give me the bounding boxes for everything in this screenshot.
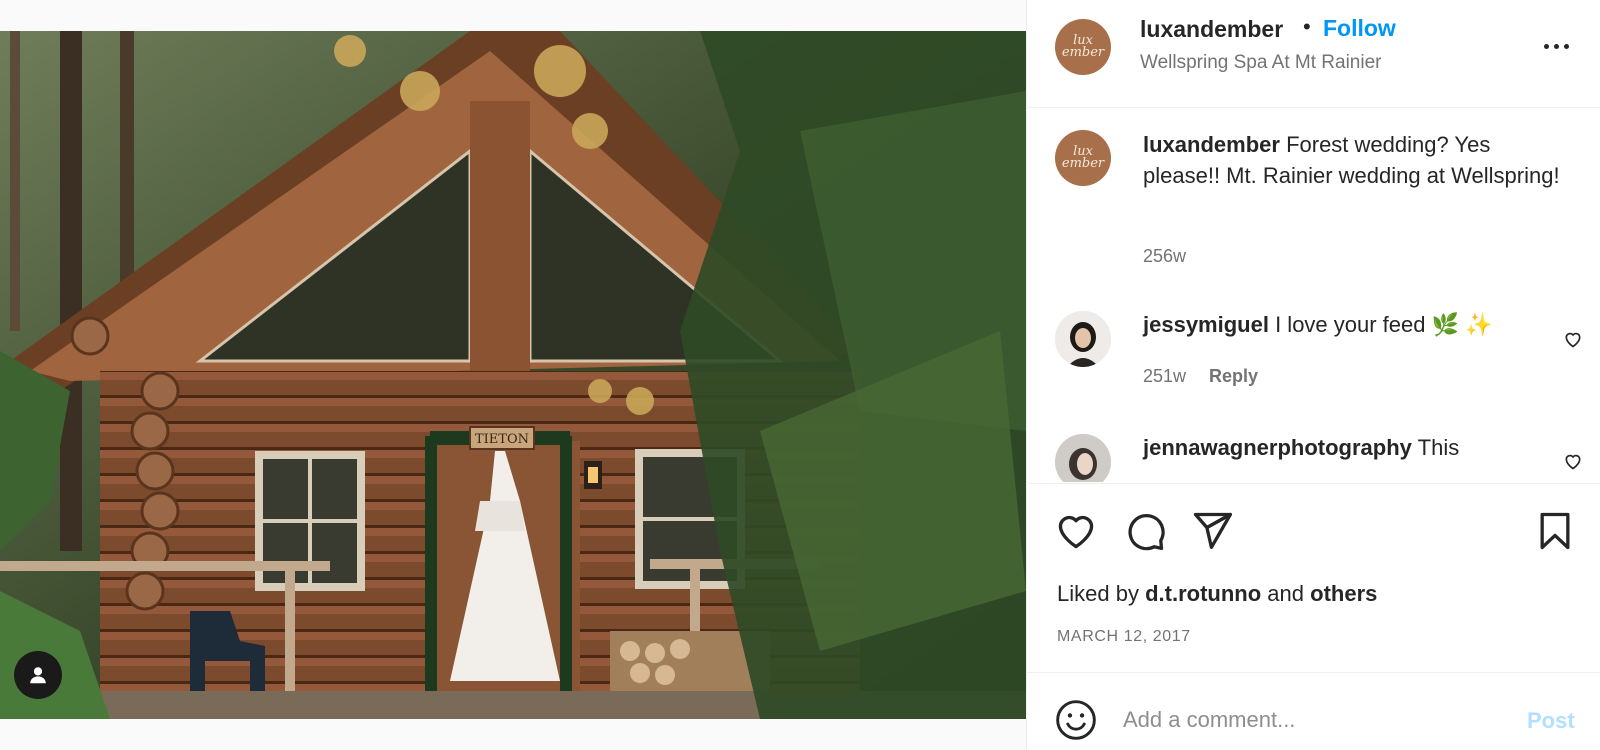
- comment-icon: [1128, 513, 1165, 551]
- post-actions: Liked by d.t.rotunno and others MARCH 12…: [1027, 483, 1600, 673]
- avatar-logo-text: lux ember: [1061, 145, 1105, 171]
- liked-by-user[interactable]: d.t.rotunno: [1145, 581, 1261, 606]
- post-date[interactable]: MARCH 12, 2017: [1057, 628, 1191, 646]
- share-icon: [1193, 512, 1232, 549]
- comment-input[interactable]: [1123, 700, 1503, 740]
- save-button[interactable]: [1533, 509, 1577, 553]
- comment-avatar[interactable]: [1055, 311, 1111, 367]
- like-button[interactable]: [1054, 509, 1098, 553]
- comment-timestamp[interactable]: 251w: [1143, 366, 1186, 386]
- emoji-button[interactable]: [1054, 698, 1098, 742]
- reply-button[interactable]: Reply: [1209, 366, 1258, 386]
- header-separator: •: [1303, 14, 1311, 39]
- caption-text-block: luxandember Forest wedding? Yes please!!…: [1143, 129, 1563, 191]
- more-options-icon[interactable]: [1540, 32, 1572, 60]
- comments-list[interactable]: lux ember luxandember Forest wedding? Yes…: [1027, 109, 1600, 482]
- comment-username[interactable]: jessymiguel: [1143, 312, 1269, 337]
- emoji-icon: [1056, 700, 1096, 740]
- likes-prefix: Liked by: [1057, 581, 1139, 606]
- comment-username[interactable]: jennawagnerphotography: [1143, 435, 1412, 460]
- post-photo[interactable]: TIETON: [0, 31, 1026, 719]
- comment-text-block: jennawagnerphotography This: [1143, 435, 1459, 461]
- avatar-photo: [1055, 434, 1111, 482]
- comment-meta: 251w Reply: [1143, 366, 1258, 387]
- share-button[interactable]: [1190, 509, 1234, 553]
- cabin-sign-text: TIETON: [475, 432, 529, 447]
- likes-conjunction: and: [1267, 581, 1304, 606]
- avatar-photo: [1055, 311, 1111, 367]
- cabin-illustration: TIETON: [0, 31, 1026, 719]
- avatar-logo-line2: ember: [1061, 156, 1105, 171]
- comment-button[interactable]: [1123, 509, 1167, 553]
- caption-avatar[interactable]: lux ember: [1055, 130, 1111, 186]
- bookmark-icon: [1540, 512, 1570, 550]
- likes-others-link[interactable]: others: [1310, 581, 1377, 606]
- caption-username[interactable]: luxandember: [1143, 132, 1280, 157]
- author-username[interactable]: luxandember: [1140, 16, 1283, 43]
- comment-text-block: jessymiguel I love your feed 🌿 ✨: [1143, 312, 1493, 338]
- comment-text: This: [1417, 435, 1460, 460]
- comment-like-heart-icon[interactable]: [1563, 451, 1583, 471]
- follow-button[interactable]: Follow: [1323, 15, 1396, 42]
- comment-like-heart-icon[interactable]: [1563, 329, 1583, 349]
- person-tag-icon: [30, 667, 46, 684]
- post-location[interactable]: Wellspring Spa At Mt Rainier: [1140, 52, 1381, 74]
- tagged-people-button[interactable]: [14, 651, 62, 699]
- heart-icon: [1058, 515, 1094, 549]
- add-comment-bar: Post: [1027, 674, 1600, 750]
- avatar-logo-text: lux ember: [1061, 34, 1105, 60]
- comment-avatar[interactable]: [1055, 434, 1111, 482]
- comment-text: I love your feed 🌿 ✨: [1275, 312, 1493, 337]
- post-side-panel: lux ember luxandember • Follow Wellspring…: [1026, 0, 1600, 750]
- likes-summary: Liked by d.t.rotunno and others: [1057, 581, 1377, 607]
- author-avatar[interactable]: lux ember: [1055, 19, 1111, 75]
- post-comment-button[interactable]: Post: [1527, 708, 1575, 734]
- media-area: TIETON: [0, 0, 1026, 750]
- post-header: lux ember luxandember • Follow Wellspring…: [1027, 0, 1600, 108]
- caption-timestamp[interactable]: 256w: [1143, 246, 1186, 267]
- avatar-logo-line2: ember: [1061, 45, 1105, 60]
